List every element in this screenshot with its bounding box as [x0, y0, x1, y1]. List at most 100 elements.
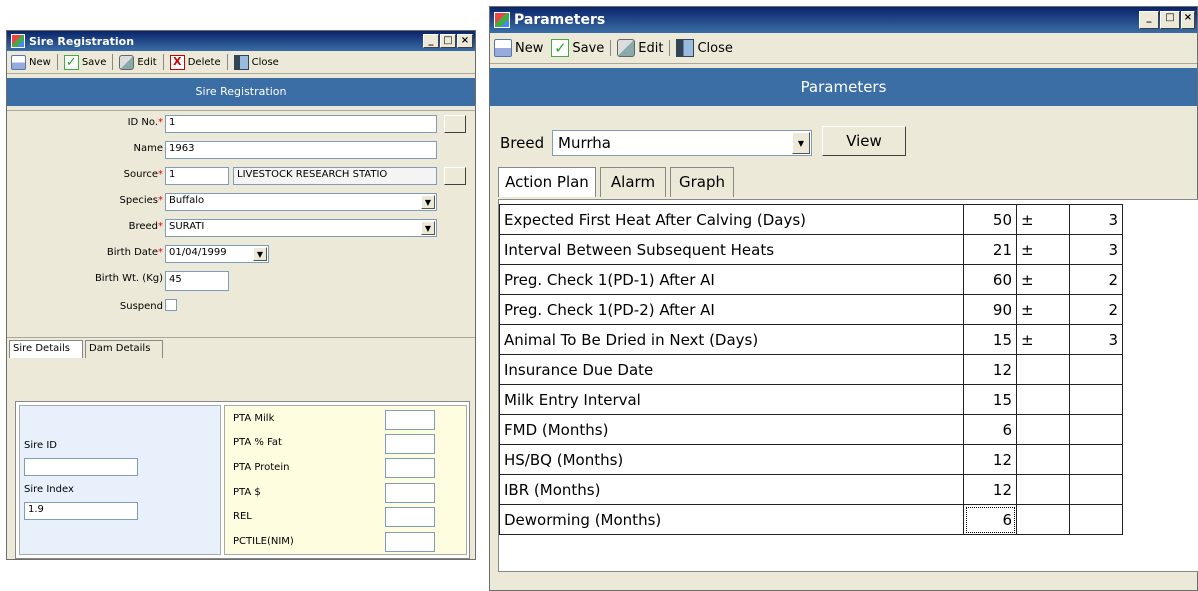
calendar-dropdown-icon: ▼ — [253, 247, 267, 261]
maximize-button[interactable]: □ — [440, 34, 456, 48]
tolerance-cell[interactable]: 3 — [1069, 204, 1123, 235]
pta-protein-field[interactable] — [385, 458, 435, 478]
minimize-button[interactable]: _ — [1139, 11, 1159, 29]
plus-minus-cell: ± — [1016, 294, 1070, 325]
parameter-value-cell[interactable]: 6 — [963, 414, 1017, 445]
tab-dam-details[interactable]: Dam Details — [85, 340, 163, 358]
birth-date-picker[interactable]: 01/04/1999 ▼ — [165, 245, 269, 263]
view-button[interactable]: View — [822, 126, 906, 156]
parameter-label-cell: Animal To Be Dried in Next (Days) — [499, 324, 964, 355]
tolerance-cell[interactable]: 2 — [1069, 264, 1123, 295]
source-label: Source* — [123, 169, 163, 180]
pctile-field[interactable] — [385, 532, 435, 552]
edit-icon — [119, 54, 135, 70]
delete-button[interactable]: X Delete — [166, 54, 225, 70]
parameter-label-cell: Interval Between Subsequent Heats — [499, 234, 964, 265]
sire-window-title: Sire Registration — [29, 34, 135, 48]
table-row[interactable]: Preg. Check 1(PD-2) After AI 90 ±2 — [499, 294, 1123, 325]
table-row[interactable]: Expected First Heat After Calving (Days)… — [499, 204, 1123, 235]
tolerance-cell[interactable] — [1069, 444, 1123, 475]
save-button[interactable]: ✓ Save — [547, 39, 608, 57]
birth-wt-field[interactable]: 45 — [165, 271, 229, 291]
save-button[interactable]: ✓ Save — [60, 54, 111, 70]
tab-alarm[interactable]: Alarm — [600, 167, 666, 197]
edit-button[interactable]: Edit — [115, 54, 160, 70]
source-code-field[interactable]: 1 — [165, 167, 229, 185]
id-lookup-button[interactable] — [444, 115, 466, 133]
parameter-value-cell[interactable]: 90 — [963, 294, 1017, 325]
parameter-value-cell[interactable]: 50 — [963, 204, 1017, 235]
close-door-icon — [233, 54, 249, 70]
tolerance-cell[interactable] — [1069, 474, 1123, 505]
parameter-value-cell[interactable]: 12 — [963, 474, 1017, 505]
parameter-value-cell[interactable]: 60 — [963, 264, 1017, 295]
save-checkmark-icon: ✓ — [551, 39, 570, 57]
tolerance-cell[interactable] — [1069, 384, 1123, 415]
source-lookup-button[interactable] — [444, 167, 466, 185]
sire-title-bar[interactable]: Sire Registration _ □ × — [7, 31, 475, 51]
parameter-label-cell: Insurance Due Date — [499, 354, 964, 385]
sire-registration-window: Sire Registration _ □ × New ✓ Save Edit X… — [6, 30, 476, 560]
source-name-field[interactable]: LIVESTOCK RESEARCH STATIO — [233, 167, 437, 185]
suspend-checkbox[interactable] — [165, 299, 177, 311]
edit-button[interactable]: Edit — [613, 39, 667, 57]
tolerance-cell[interactable]: 3 — [1069, 324, 1123, 355]
parameter-value-cell[interactable]: 15 — [963, 384, 1017, 415]
parameter-value-cell[interactable]: 21 — [963, 234, 1017, 265]
close-button[interactable]: Close — [230, 54, 283, 70]
sire-id-field[interactable] — [24, 458, 138, 476]
birth-wt-label: Birth Wt. (Kg) — [94, 273, 163, 284]
maximize-button[interactable]: □ — [1160, 11, 1180, 29]
minimize-button[interactable]: _ — [423, 34, 439, 48]
parameters-title-bar[interactable]: Parameters _ □ × — [490, 7, 1197, 33]
pctile-label: PCTILE(NIM) — [233, 536, 294, 547]
pta-fat-field[interactable] — [385, 434, 435, 454]
rel-field[interactable] — [385, 507, 435, 527]
parameter-label-cell: HS/BQ (Months) — [499, 444, 964, 475]
pta-dollar-field[interactable] — [385, 483, 435, 503]
table-row[interactable]: Preg. Check 1(PD-1) After AI 60 ±2 — [499, 264, 1123, 295]
tolerance-cell[interactable] — [1069, 354, 1123, 385]
parameters-grid: Expected First Heat After Calving (Days)… — [499, 204, 1123, 535]
table-row[interactable]: Animal To Be Dried in Next (Days) 15 ±3 — [499, 324, 1123, 355]
tolerance-cell[interactable] — [1069, 414, 1123, 445]
new-button[interactable]: New — [490, 39, 547, 57]
pta-milk-field[interactable] — [385, 410, 435, 430]
parameter-value-cell[interactable]: 12 — [963, 354, 1017, 385]
new-icon — [11, 54, 26, 70]
tab-action-plan[interactable]: Action Plan — [498, 167, 596, 197]
parameter-value-cell[interactable]: 12 — [963, 444, 1017, 475]
table-row[interactable]: Insurance Due Date 12 — [499, 354, 1123, 385]
table-row[interactable]: HS/BQ (Months) 12 — [499, 444, 1123, 475]
plus-minus-cell — [1016, 384, 1070, 415]
table-row[interactable]: Milk Entry Interval 15 — [499, 384, 1123, 415]
sire-index-field[interactable]: 1.9 — [24, 502, 138, 520]
tolerance-cell[interactable]: 3 — [1069, 234, 1123, 265]
chevron-down-icon: ▼ — [421, 195, 435, 209]
parameter-label-cell: Preg. Check 1(PD-2) After AI — [499, 294, 964, 325]
species-dropdown[interactable]: Buffalo ▼ — [165, 193, 437, 211]
parameter-value-cell[interactable]: 6 — [963, 504, 1017, 535]
id-field[interactable]: 1 — [165, 115, 437, 133]
pta-milk-label: PTA Milk — [233, 413, 275, 424]
tab-sire-details[interactable]: Sire Details — [9, 340, 83, 358]
tab-graph[interactable]: Graph — [670, 167, 734, 197]
breed-label: Breed* — [128, 221, 163, 232]
tolerance-cell[interactable] — [1069, 504, 1123, 535]
close-window-button[interactable]: × — [457, 34, 473, 48]
breed-select[interactable]: Murrha ▼ — [552, 130, 812, 156]
name-field[interactable]: 1963 — [165, 141, 437, 159]
table-row[interactable]: Interval Between Subsequent Heats 21 ±3 — [499, 234, 1123, 265]
close-button[interactable]: Close — [672, 39, 736, 57]
close-window-button[interactable]: × — [1181, 11, 1195, 29]
toolbar-separator — [669, 40, 671, 56]
tolerance-cell[interactable]: 2 — [1069, 294, 1123, 325]
plus-minus-cell: ± — [1016, 264, 1070, 295]
new-button[interactable]: New — [7, 54, 55, 70]
breed-dropdown[interactable]: SURATI ▼ — [165, 219, 437, 237]
parameter-value-cell[interactable]: 15 — [963, 324, 1017, 355]
new-icon — [494, 39, 512, 57]
table-row[interactable]: IBR (Months) 12 — [499, 474, 1123, 505]
table-row[interactable]: FMD (Months) 6 — [499, 414, 1123, 445]
table-row[interactable]: Deworming (Months) 6 — [499, 504, 1123, 535]
